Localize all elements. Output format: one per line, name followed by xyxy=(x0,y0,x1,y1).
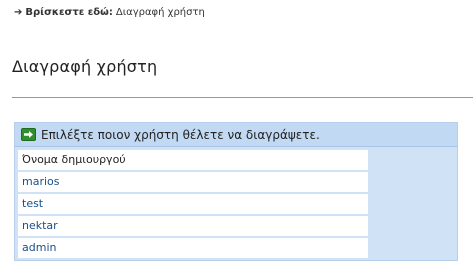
go-arrow-icon xyxy=(21,128,36,141)
page-title: Διαγραφή χρήστη xyxy=(12,57,158,76)
list-item: marios xyxy=(18,172,368,192)
list-item: nektar xyxy=(18,216,368,236)
user-link-nektar[interactable]: nektar xyxy=(22,219,58,232)
title-divider xyxy=(12,97,473,98)
breadcrumb-prefix: Βρίσκεστε εδώ: xyxy=(25,6,113,18)
user-selection-panel: Επιλέξτε ποιον χρήστη θέλετε να διαγράψε… xyxy=(14,122,458,261)
user-list: Όνομα δημιουργού marios test nektar admi… xyxy=(18,150,368,260)
list-column-header: Όνομα δημιουργού xyxy=(18,150,368,170)
user-link-admin[interactable]: admin xyxy=(22,241,56,254)
user-link-marios[interactable]: marios xyxy=(22,175,60,188)
panel-header-text: Επιλέξτε ποιον χρήστη θέλετε να διαγράψε… xyxy=(41,127,320,142)
panel-header: Επιλέξτε ποιον χρήστη θέλετε να διαγράψε… xyxy=(15,123,457,147)
list-item: test xyxy=(18,194,368,214)
breadcrumb: ➔ Βρίσκεστε εδώ: Διαγραφή χρήστη xyxy=(14,5,205,19)
breadcrumb-current: Διαγραφή χρήστη xyxy=(115,6,205,18)
list-item: admin xyxy=(18,238,368,258)
arrow-right-icon: ➔ xyxy=(14,6,23,18)
user-link-test[interactable]: test xyxy=(22,197,43,210)
